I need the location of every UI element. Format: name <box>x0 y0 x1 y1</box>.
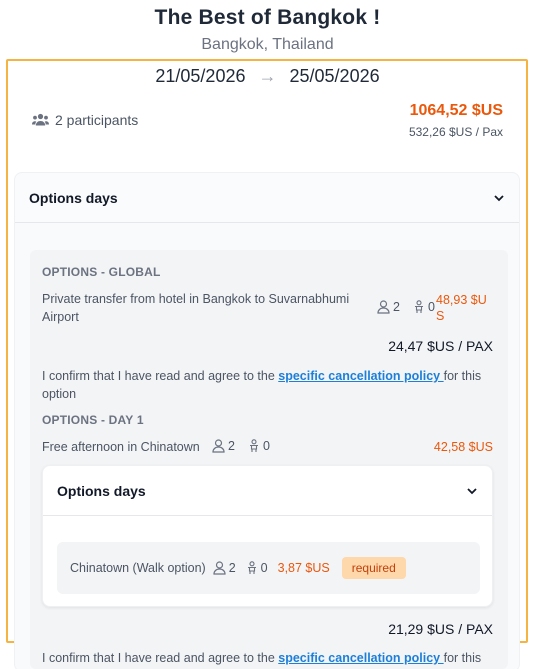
global-confirm-line2: option <box>42 387 77 401</box>
chinatown-adults: 2 <box>212 439 235 453</box>
walk-option-row: Chinatown (Walk option) 2 0 3,87 $US req… <box>57 542 480 594</box>
chinatown-children-count: 0 <box>263 439 270 453</box>
end-date: 25/05/2026 <box>289 66 380 86</box>
trip-location: Bangkok, Thailand <box>201 36 334 53</box>
options-day1-title: OPTIONS - DAY 1 <box>42 413 144 427</box>
required-badge: required <box>341 557 406 579</box>
global-confirm-text: I confirm that I have read and agree to … <box>42 367 502 403</box>
start-date: 21/05/2026 <box>155 66 246 86</box>
transfer-price: 48,93 $U S <box>436 291 496 325</box>
child-icon <box>413 300 425 314</box>
child-icon <box>246 561 258 575</box>
chinatown-children: 0 <box>248 439 270 453</box>
transfer-label-line2: Airport <box>42 310 79 324</box>
transfer-adults-count: 2 <box>393 300 400 314</box>
trip-dates: 21/05/2026 → 25/05/2026 <box>0 66 535 87</box>
person-icon <box>213 561 226 575</box>
trip-title: The Best of Bangkok ! <box>154 6 381 29</box>
child-icon <box>248 439 260 453</box>
global-confirm-suffix: for this <box>443 369 482 383</box>
global-cancellation-policy-link[interactable]: specific cancellation policy <box>278 369 443 383</box>
global-confirm-prefix: I confirm that I have read and agree to … <box>42 369 279 383</box>
transfer-price-line2: S <box>436 309 445 323</box>
participants-count: 2 participants <box>55 112 139 128</box>
price-per-pax: 532,26 $US / Pax <box>408 125 503 139</box>
transfer-option-label: Private transfer from hotel in Bangkok t… <box>42 290 362 326</box>
options-global-title: OPTIONS - GLOBAL <box>42 265 161 279</box>
options-days-label: Options days <box>29 189 118 206</box>
chevron-down-icon[interactable] <box>466 487 478 495</box>
total-price: 1064,52 $US <box>409 102 503 119</box>
chinatown-options-toggle[interactable]: Options days <box>43 466 492 516</box>
transfer-adults: 2 <box>377 300 400 314</box>
walk-price: 3,87 $US <box>277 561 330 575</box>
walk-option-label: Chinatown (Walk option) <box>70 561 206 575</box>
participants-info: 2 participants <box>32 112 138 128</box>
transfer-children-count: 0 <box>428 300 435 314</box>
global-pax-price: 24,47 $US / PAX <box>388 338 493 354</box>
day1-pax-price: 21,29 $US / PAX <box>388 621 493 637</box>
chinatown-adults-count: 2 <box>228 439 235 453</box>
chinatown-options-label: Options days <box>57 482 146 499</box>
chinatown-price: 42,58 $US <box>433 440 493 454</box>
chinatown-option-label: Free afternoon in Chinatown <box>42 440 200 454</box>
transfer-children: 0 <box>413 300 435 314</box>
walk-adults: 2 <box>213 561 236 575</box>
walk-adults-count: 2 <box>228 561 236 575</box>
options-days-toggle[interactable]: Options days <box>15 173 519 223</box>
walk-children-count: 0 <box>260 561 268 575</box>
walk-children: 0 <box>246 561 268 575</box>
person-icon <box>377 300 390 314</box>
day1-cancellation-policy-link[interactable]: specific cancellation policy <box>278 651 443 665</box>
users-icon <box>32 113 49 126</box>
transfer-label-line1: Private transfer from hotel in Bangkok t… <box>42 292 350 306</box>
chevron-down-icon[interactable] <box>493 194 505 202</box>
day1-confirm-suffix: for this <box>443 651 482 665</box>
trip-header: The Best of Bangkok ! Bangkok, Thailand <box>0 0 535 54</box>
chinatown-options-card: Options days Chinatown (Walk option) 2 0… <box>42 465 493 607</box>
day1-confirm-prefix: I confirm that I have read and agree to … <box>42 651 279 665</box>
person-icon <box>212 439 225 453</box>
day1-confirm-text: I confirm that I have read and agree to … <box>42 649 502 667</box>
arrow-right-icon: → <box>258 66 277 86</box>
